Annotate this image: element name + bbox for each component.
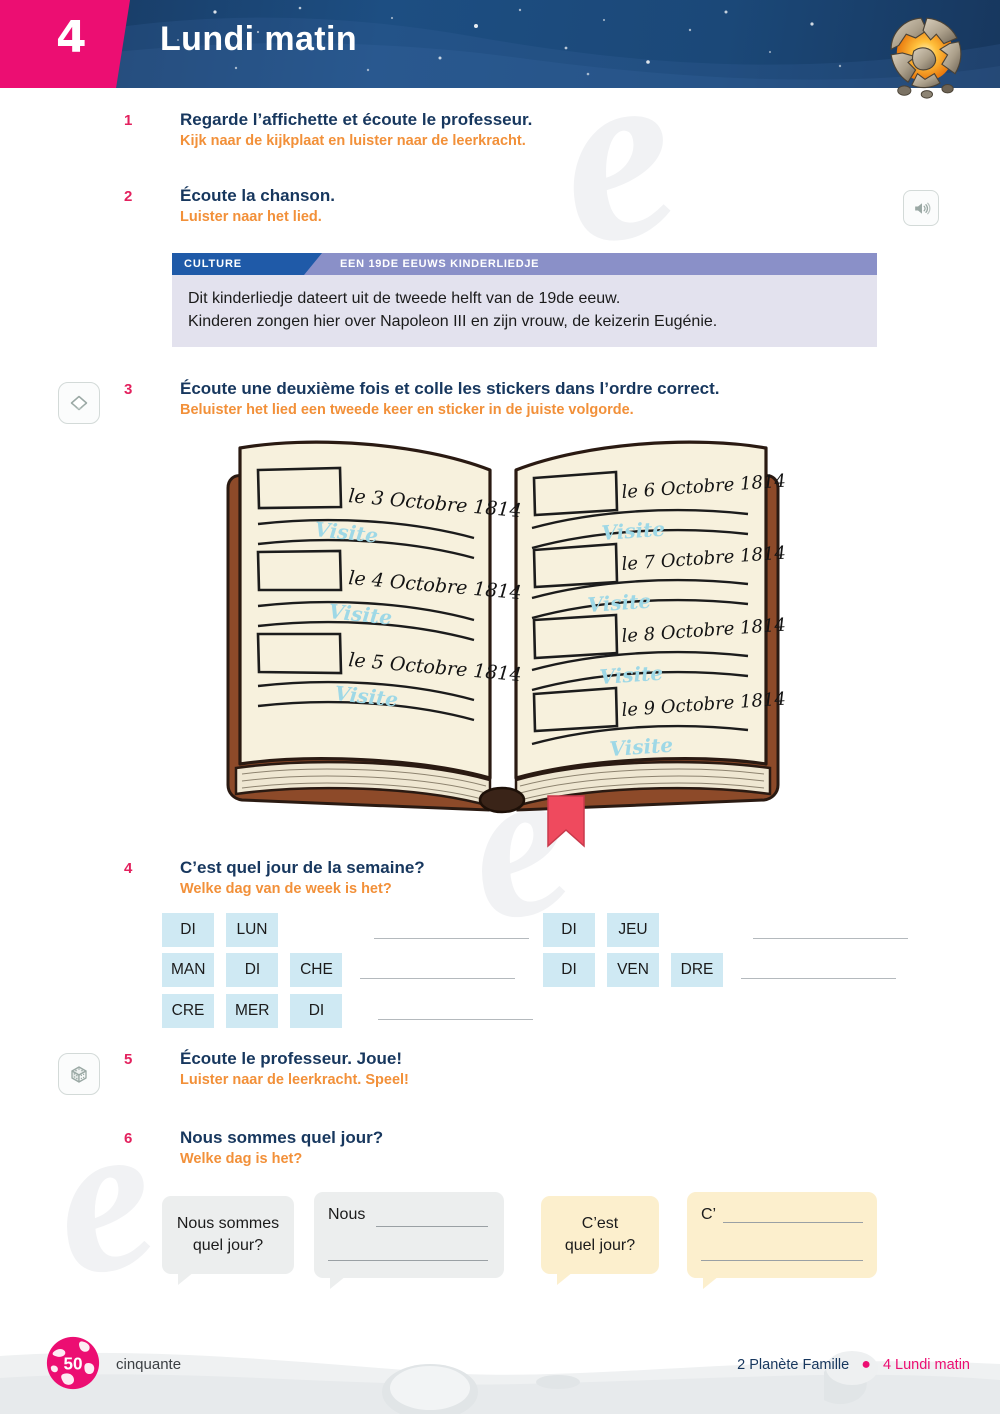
speech-bubble-question-1: Nous sommes quel jour? xyxy=(162,1196,294,1285)
exercise-6-instruction-fr: Nous sommes quel jour? xyxy=(180,1128,384,1147)
exercise-6-instruction-nl: Welke dag is het? xyxy=(180,1150,303,1167)
day-tile[interactable]: JEU xyxy=(607,913,659,947)
exercise-2-instruction-fr: Écoute la chanson. xyxy=(180,186,335,205)
page-number-badge: 50 xyxy=(46,1336,100,1390)
day-tile[interactable]: MER xyxy=(226,994,279,1028)
exercise-3-instruction-fr: Écoute une deuxième fois et colle les st… xyxy=(180,379,720,398)
day-tile[interactable]: DI xyxy=(543,913,595,947)
culture-tab-label: CULTURE xyxy=(184,258,243,270)
day-tile[interactable]: CRE xyxy=(162,994,214,1028)
day-tile[interactable]: DI xyxy=(162,913,214,947)
bubble-2-write-line-1[interactable] xyxy=(376,1226,488,1227)
bubble-1-line-2: quel jour? xyxy=(192,1237,264,1254)
day-tile[interactable]: DI xyxy=(226,953,279,987)
ex4-left-row-3: CRE MER DI xyxy=(162,994,534,1028)
day-tile[interactable]: CHE xyxy=(290,953,343,987)
bubble-1-line-1: Nous sommes xyxy=(176,1215,280,1233)
book-svg: le 3 Octobre 1814 le 4 Octobre 1814 le 5… xyxy=(226,440,786,848)
ex4-left-row-2: MAN DI CHE xyxy=(162,953,516,987)
exercise-5-instruction-fr: Écoute le professeur. Joue! xyxy=(180,1049,403,1068)
culture-box-body: Dit kinderliedje dateert uit de tweede h… xyxy=(172,275,877,348)
open-book-illustration: le 3 Octobre 1814 le 4 Octobre 1814 le 5… xyxy=(218,428,788,848)
day-tile[interactable]: MAN xyxy=(162,953,215,987)
svg-text:Visite: Visite xyxy=(601,517,666,545)
day-tile[interactable]: VEN xyxy=(607,953,659,987)
footer-lesson-ref: 4 Lundi matin xyxy=(882,1357,970,1373)
exercise-6-number: 6 xyxy=(124,1130,133,1147)
culture-text-line-2: Kinderen zongen hier over Napoleon III e… xyxy=(188,313,718,331)
svg-text:Visite: Visite xyxy=(587,589,652,617)
bubble-2-prefix: Nous xyxy=(328,1206,366,1223)
exercise-1-instruction-nl: Kijk naar de kijkplaat en luister naar d… xyxy=(180,132,526,149)
bubble-3-line-1: C’est xyxy=(581,1215,619,1233)
bubble-4-prefix: C’ xyxy=(701,1206,717,1223)
exercise-3-instruction-nl: Beluister het lied een tweede keer en st… xyxy=(180,401,634,418)
day-tile[interactable]: LUN xyxy=(226,913,278,947)
exercise-3-number: 3 xyxy=(124,381,133,398)
ex4-answer-line-3[interactable] xyxy=(378,1019,534,1020)
bubble-2-write-line-2[interactable] xyxy=(328,1260,488,1261)
audio-play-button[interactable] xyxy=(903,190,939,226)
page-number-text: 50 xyxy=(63,1354,82,1373)
culture-heading: EEN 19DE EEUWS KINDERLIEDJE xyxy=(340,258,540,270)
svg-text:Visite: Visite xyxy=(609,733,674,761)
culture-box: CULTURE EEN 19DE EEUWS KINDERLIEDJE Dit … xyxy=(172,253,877,348)
page-footer: 50 cinquante 2 Planète Famille ● 4 Lundi… xyxy=(0,1322,1000,1414)
bubble-4-write-line-2[interactable] xyxy=(701,1260,863,1261)
exercise-4-instruction-fr: C’est quel jour de la semaine? xyxy=(180,858,425,877)
svg-text:Visite: Visite xyxy=(599,661,664,689)
culture-box-header: CULTURE EEN 19DE EEUWS KINDERLIEDJE xyxy=(172,253,877,275)
bubble-3-line-2: quel jour? xyxy=(564,1237,636,1254)
sticker-icon xyxy=(70,395,88,411)
exercise-4-number: 4 xyxy=(124,860,133,877)
exercise-1-instruction-fr: Regarde l’affichette et écoute le profes… xyxy=(180,110,533,129)
footer-separator-dot: ● xyxy=(861,1356,871,1373)
exercise-2-instruction-nl: Luister naar het lied. xyxy=(180,208,322,225)
exercise-4-instruction-nl: Welke dag van de week is het? xyxy=(180,880,392,897)
day-tile[interactable]: DRE xyxy=(671,953,723,987)
culture-text-line-1: Dit kinderliedje dateert uit de tweede h… xyxy=(188,290,621,307)
ex4-left-row-1: DI LUN xyxy=(162,913,529,947)
speech-bubble-answer-1: Nous xyxy=(314,1192,504,1289)
exercise-5-instruction-nl: Luister naar de leerkracht. Speel! xyxy=(180,1071,409,1088)
page-number-word: cinquante xyxy=(116,1356,182,1373)
dice-icon xyxy=(71,1066,87,1083)
speech-bubble-answer-2: C’ xyxy=(687,1192,877,1289)
ex4-right-row-1: DI JEU xyxy=(543,913,908,947)
ex4-answer-line-4[interactable] xyxy=(753,938,908,939)
speaker-icon xyxy=(914,202,930,214)
day-tile[interactable]: DI xyxy=(290,994,343,1028)
ex4-answer-line-2[interactable] xyxy=(360,978,516,979)
exercise-1-number: 1 xyxy=(124,112,133,129)
game-activity-icon-box[interactable] xyxy=(58,1053,100,1095)
sticker-activity-icon-box[interactable] xyxy=(58,382,100,424)
exercise-2-number: 2 xyxy=(124,188,133,205)
speech-bubble-question-2: C’est quel jour? xyxy=(541,1196,659,1285)
ex4-answer-line-1[interactable] xyxy=(374,938,529,939)
footer-reference: 2 Planète Famille ● 4 Lundi matin xyxy=(737,1356,970,1374)
day-tile[interactable]: DI xyxy=(543,953,595,987)
bubble-4-write-line-1[interactable] xyxy=(723,1222,863,1223)
footer-unit-ref: 2 Planète Famille xyxy=(737,1357,850,1373)
ex4-right-row-2: DI VEN DRE xyxy=(543,953,896,987)
exercise-5-number: 5 xyxy=(124,1051,133,1068)
ex4-answer-line-5[interactable] xyxy=(741,978,896,979)
